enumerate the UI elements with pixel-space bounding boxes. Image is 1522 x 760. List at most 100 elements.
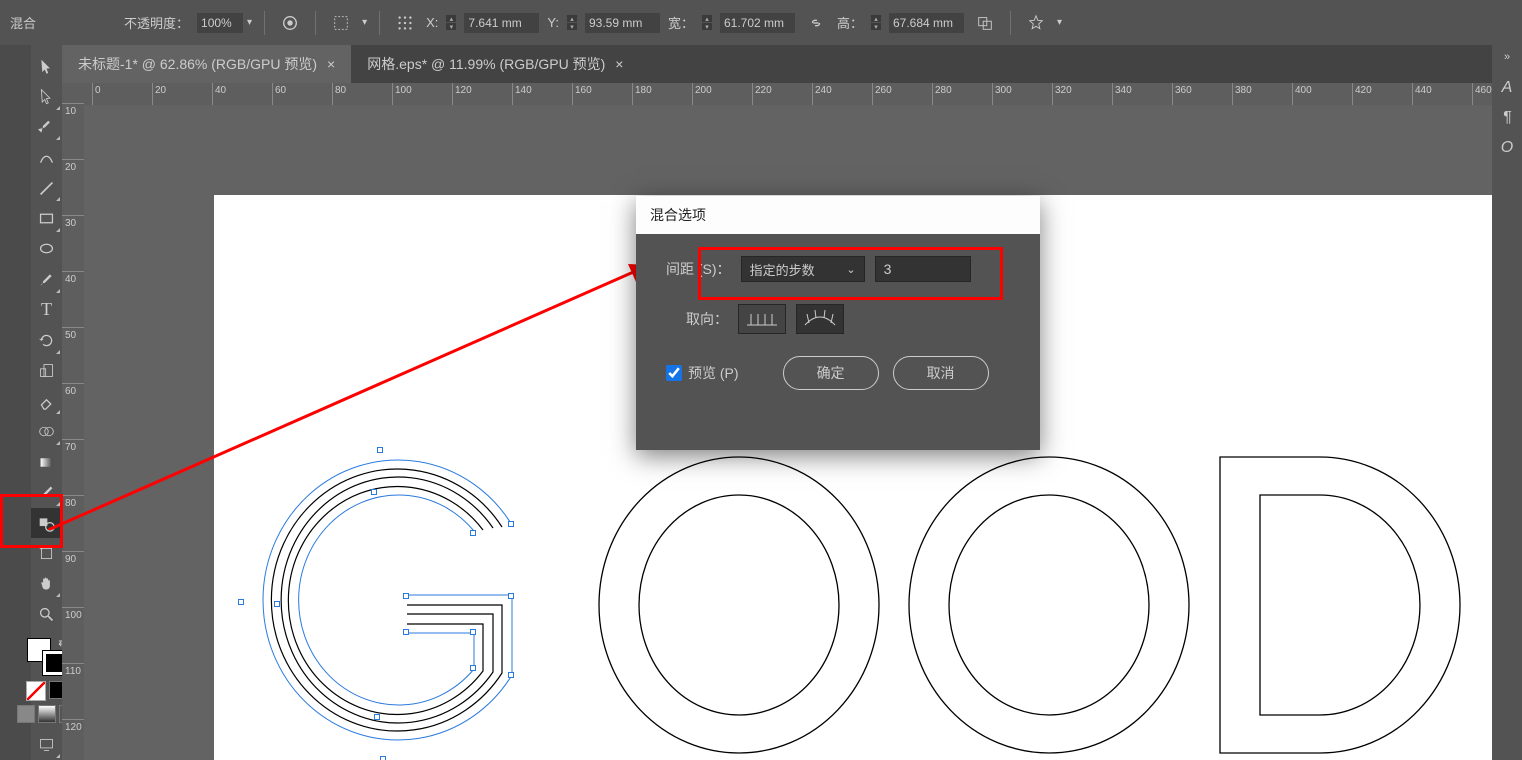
preview-checkbox[interactable]: 预览 (P) bbox=[666, 363, 739, 383]
draw-normal-icon[interactable] bbox=[17, 705, 35, 723]
x-input[interactable] bbox=[464, 13, 539, 33]
none-color-icon[interactable] bbox=[26, 681, 46, 701]
anchor-point[interactable] bbox=[470, 530, 476, 536]
ruler-tick: 120 bbox=[62, 719, 84, 720]
shape-builder-tool[interactable] bbox=[31, 416, 62, 446]
anchor-point[interactable] bbox=[470, 665, 476, 671]
cancel-button[interactable]: 取消 bbox=[893, 356, 989, 390]
ruler-tick: 340 bbox=[1112, 83, 1113, 105]
anchor-point[interactable] bbox=[403, 593, 409, 599]
anchor-point[interactable] bbox=[238, 599, 244, 605]
anchor-point[interactable] bbox=[403, 629, 409, 635]
screen-mode-tool[interactable] bbox=[31, 729, 62, 759]
orient-align-path-button[interactable] bbox=[796, 304, 844, 334]
ruler-tick: 300 bbox=[992, 83, 993, 105]
tab-label: 未标题-1* @ 62.86% (RGB/GPU 预览) bbox=[78, 54, 317, 74]
draw-behind-icon[interactable] bbox=[38, 705, 56, 723]
anchor-point[interactable] bbox=[371, 489, 377, 495]
ruler-tick: 30 bbox=[62, 215, 84, 216]
ruler-tick: 80 bbox=[332, 83, 333, 105]
paragraph-panel-icon[interactable]: ¶ bbox=[1503, 109, 1512, 127]
zoom-tool[interactable] bbox=[31, 599, 62, 629]
ruler-tick: 160 bbox=[572, 83, 573, 105]
ruler-tick: 440 bbox=[1412, 83, 1413, 105]
w-input[interactable] bbox=[720, 13, 795, 33]
dropdown-caret-icon[interactable]: ▾ bbox=[1057, 17, 1062, 28]
dropdown-caret-icon[interactable]: ▾ bbox=[247, 17, 252, 28]
align-icon[interactable] bbox=[328, 10, 354, 36]
ok-button[interactable]: 确定 bbox=[783, 356, 879, 390]
ruler-vertical: 102030405060708090100110120 bbox=[62, 83, 84, 760]
anchor-point[interactable] bbox=[274, 601, 280, 607]
ruler-tick: 20 bbox=[152, 83, 153, 105]
character-panel-icon[interactable]: A bbox=[1502, 79, 1513, 97]
letter-d-shape[interactable] bbox=[1214, 453, 1464, 757]
scale-tool[interactable] bbox=[31, 356, 62, 386]
pen-tool[interactable] bbox=[31, 112, 62, 142]
dialog-title: 混合选项 bbox=[636, 196, 1040, 234]
ruler-tick: 70 bbox=[62, 439, 84, 440]
close-icon[interactable]: × bbox=[615, 56, 623, 72]
anchor-point[interactable] bbox=[508, 593, 514, 599]
link-icon[interactable] bbox=[803, 10, 829, 36]
rotate-tool[interactable] bbox=[31, 325, 62, 355]
opentype-panel-icon[interactable]: O bbox=[1501, 139, 1513, 157]
panel-expand-icon[interactable]: » bbox=[1504, 51, 1510, 63]
preview-checkbox-input[interactable] bbox=[666, 365, 682, 381]
blend-options-dialog: 混合选项 间距 (S)： 指定的步数 ⌄ 取向： 预览 (P) 确定 bbox=[636, 196, 1040, 450]
effects-icon[interactable] bbox=[1023, 10, 1049, 36]
y-spinner[interactable]: ▴▾ bbox=[567, 15, 577, 30]
opacity-input[interactable] bbox=[197, 13, 243, 33]
anchor-point[interactable] bbox=[508, 521, 514, 527]
w-spinner[interactable]: ▴▾ bbox=[702, 15, 712, 30]
ruler-tick: 320 bbox=[1052, 83, 1053, 105]
opacity-field[interactable]: ▾ bbox=[197, 13, 252, 33]
type-tool[interactable]: T bbox=[31, 295, 62, 325]
close-icon[interactable]: × bbox=[327, 56, 335, 72]
divider bbox=[1010, 11, 1011, 35]
x-spinner[interactable]: ▴▾ bbox=[446, 15, 456, 30]
orient-label: 取向： bbox=[686, 309, 728, 329]
hand-tool[interactable] bbox=[31, 569, 62, 599]
preview-label: 预览 (P) bbox=[688, 363, 739, 383]
line-tool[interactable] bbox=[31, 173, 62, 203]
anchor-point[interactable] bbox=[374, 714, 380, 720]
letter-o-shape[interactable] bbox=[594, 455, 884, 755]
y-input[interactable] bbox=[585, 13, 660, 33]
anchor-point[interactable] bbox=[508, 672, 514, 678]
curvature-tool[interactable] bbox=[31, 142, 62, 172]
dropdown-caret-icon[interactable]: ▾ bbox=[362, 17, 367, 28]
style-circle-icon[interactable] bbox=[277, 10, 303, 36]
anchor-point[interactable] bbox=[380, 756, 386, 760]
anchor-point[interactable] bbox=[377, 447, 383, 453]
selection-tool[interactable] bbox=[31, 51, 62, 81]
ruler-horizontal: 0204060801001201401601802002202402602803… bbox=[62, 83, 1492, 105]
ruler-tick: 420 bbox=[1352, 83, 1353, 105]
ellipse-tool[interactable] bbox=[31, 234, 62, 264]
ruler-tick: 60 bbox=[272, 83, 273, 105]
document-tab[interactable]: 未标题-1* @ 62.86% (RGB/GPU 预览) × bbox=[62, 45, 351, 83]
rectangle-tool[interactable] bbox=[31, 203, 62, 233]
ruler-tick: 100 bbox=[62, 607, 84, 608]
transform-ref-icon[interactable] bbox=[392, 10, 418, 36]
h-input[interactable] bbox=[889, 13, 964, 33]
ruler-tick: 120 bbox=[452, 83, 453, 105]
blend-mode-label: 混合 bbox=[10, 13, 36, 32]
ruler-tick: 0 bbox=[92, 83, 93, 105]
document-tab[interactable]: 网格.eps* @ 11.99% (RGB/GPU 预览) × bbox=[351, 45, 639, 83]
direct-selection-tool[interactable] bbox=[31, 81, 62, 111]
letter-o-shape[interactable] bbox=[904, 455, 1194, 755]
brush-tool[interactable] bbox=[31, 264, 62, 294]
eraser-tool[interactable] bbox=[31, 386, 62, 416]
shape-mode-icon[interactable] bbox=[972, 10, 998, 36]
ruler-tick: 260 bbox=[872, 83, 873, 105]
ruler-tick: 200 bbox=[692, 83, 693, 105]
x-label: X: bbox=[426, 15, 438, 30]
anchor-point[interactable] bbox=[470, 629, 476, 635]
orient-align-page-button[interactable] bbox=[738, 304, 786, 334]
h-spinner[interactable]: ▴▾ bbox=[871, 15, 881, 30]
y-label: Y: bbox=[547, 15, 559, 30]
letter-g-shape[interactable] bbox=[242, 445, 532, 755]
tools-column: T ⇄ bbox=[31, 45, 62, 760]
gradient-tool[interactable] bbox=[31, 447, 62, 477]
